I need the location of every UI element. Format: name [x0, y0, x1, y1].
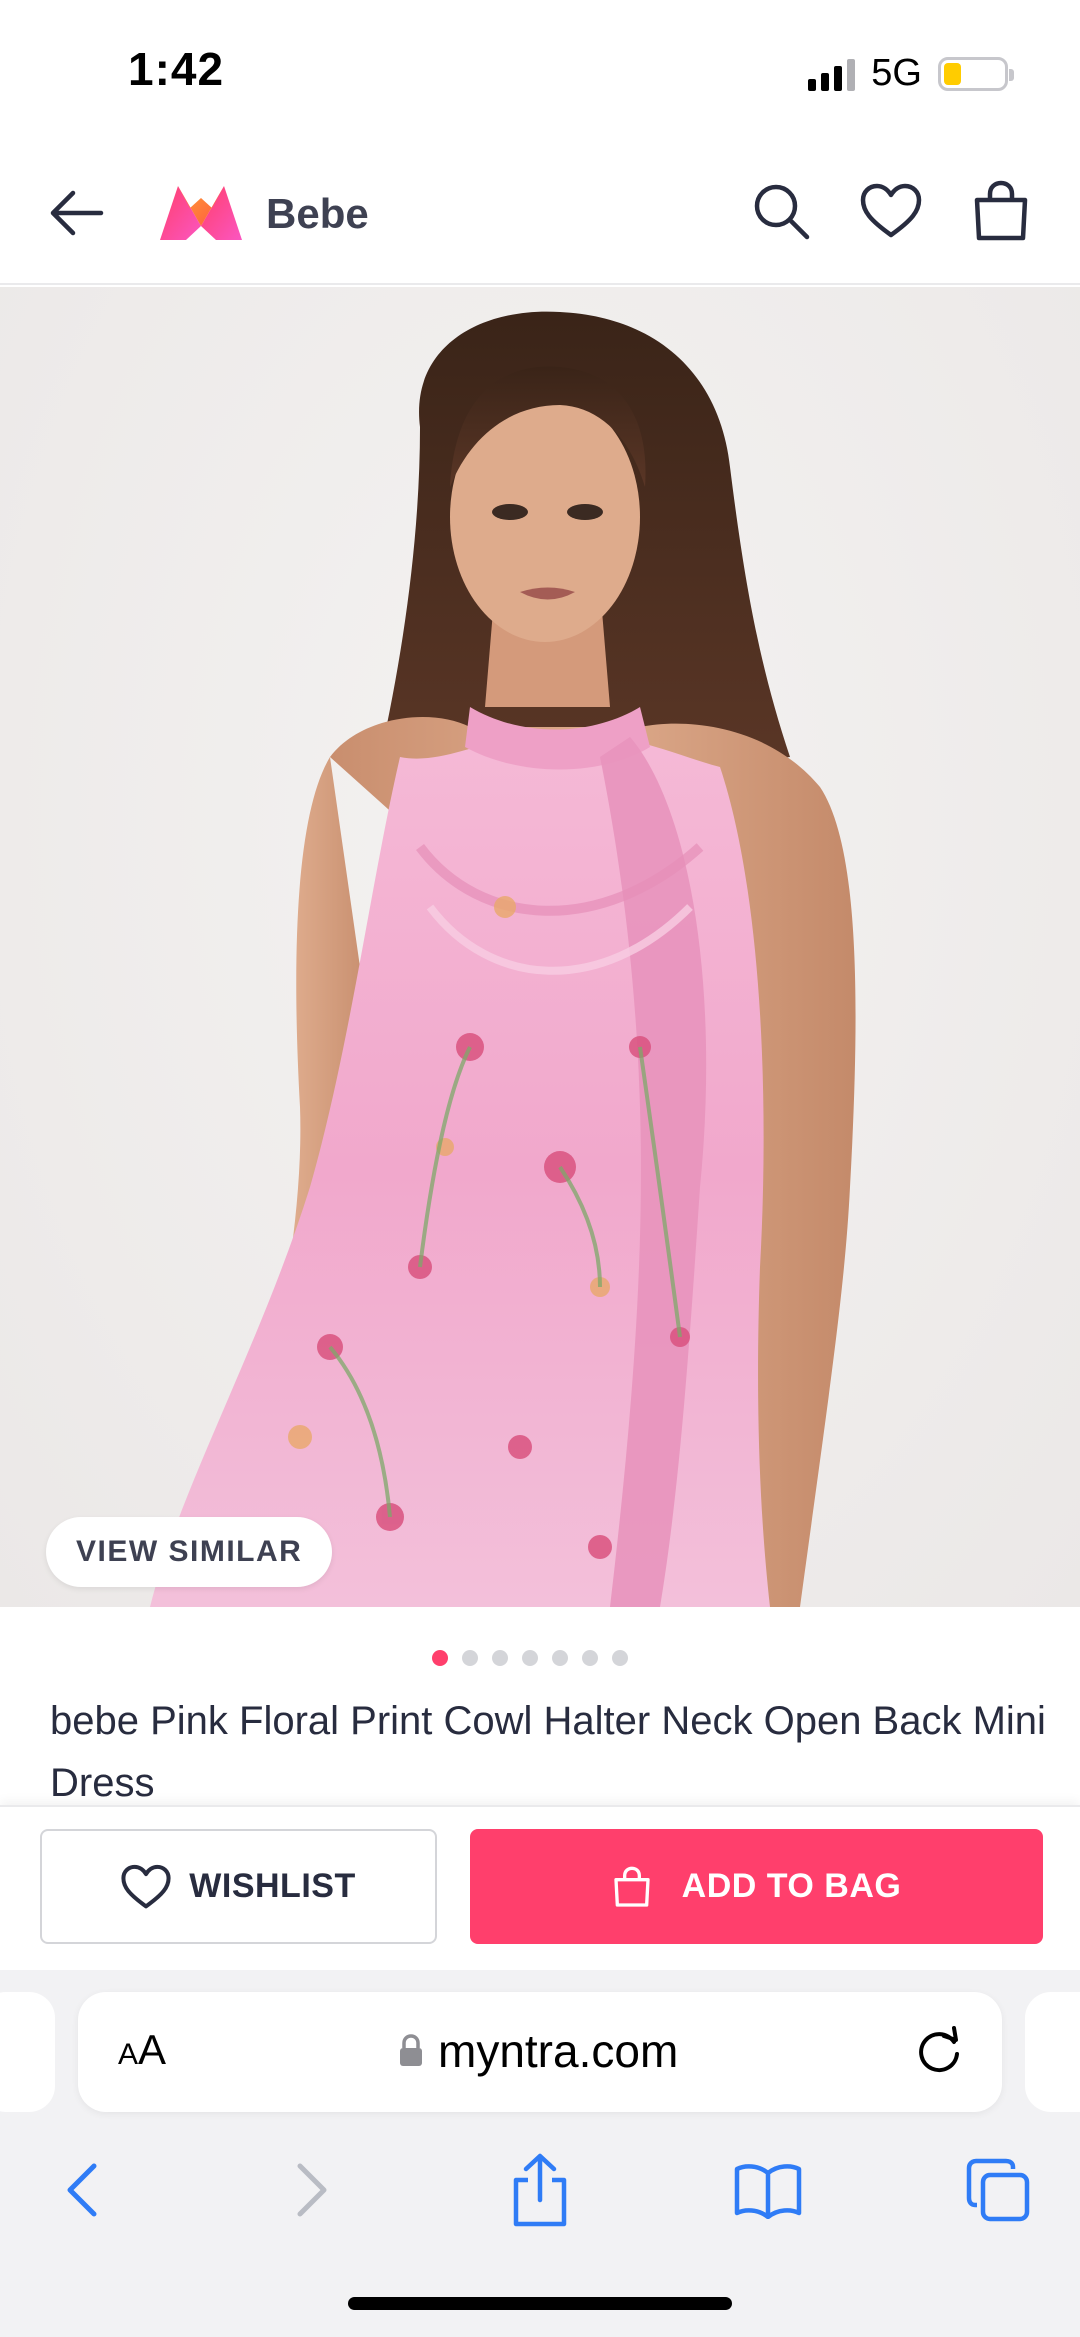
wishlist-button[interactable]: WISHLIST [40, 1829, 437, 1944]
status-indicators: 5G [808, 52, 1014, 95]
heart-icon [121, 1864, 171, 1908]
browser-back-button[interactable] [42, 2150, 122, 2230]
browser-forward-button[interactable] [272, 2150, 352, 2230]
next-tab-preview[interactable] [1025, 1992, 1080, 2112]
image-carousel-dots [432, 1650, 628, 1666]
carousel-dot[interactable] [432, 1650, 448, 1666]
back-arrow-icon [50, 190, 104, 236]
status-bar: 1:42 5G [0, 0, 1080, 140]
status-time: 1:42 [128, 43, 225, 95]
brand-name: Bebe [266, 190, 369, 237]
cellular-signal-icon [808, 57, 856, 91]
myntra-logo[interactable] [156, 178, 246, 248]
add-to-bag-button[interactable]: ADD TO BAG [470, 1829, 1043, 1944]
url-text: myntra.com [438, 2025, 679, 2077]
bag-icon [974, 180, 1028, 241]
battery-icon [938, 56, 1014, 91]
previous-tab-preview[interactable] [0, 1992, 55, 2112]
tabs-icon [966, 2158, 1030, 2222]
bag-header-button[interactable] [964, 174, 1038, 248]
reload-button[interactable] [910, 2022, 968, 2080]
home-indicator[interactable] [348, 2297, 732, 2310]
add-to-bag-label: ADD TO BAG [681, 1867, 902, 1905]
book-icon [734, 2164, 802, 2219]
text-size-large: A [138, 2026, 167, 2073]
reload-icon [919, 2026, 959, 2073]
product-action-bar: WISHLIST ADD TO BAG [0, 1805, 1080, 1970]
text-size-button[interactable]: AA [118, 2026, 166, 2074]
text-size-small: A [118, 2038, 139, 2071]
url-display[interactable]: myntra.com [398, 2024, 678, 2078]
carousel-dot[interactable] [492, 1650, 508, 1666]
view-similar-button[interactable]: VIEW SIMILAR [46, 1517, 333, 1587]
app-header: Bebe [0, 150, 1080, 285]
chevron-right-icon [297, 2163, 327, 2217]
wishlist-label: WISHLIST [189, 1867, 356, 1905]
carousel-dot[interactable] [582, 1650, 598, 1666]
carousel-dot[interactable] [522, 1650, 538, 1666]
search-button[interactable] [744, 174, 818, 248]
product-image[interactable] [0, 287, 1080, 1607]
back-button[interactable] [42, 178, 112, 248]
share-icon [513, 2153, 567, 2227]
carousel-dot[interactable] [612, 1650, 628, 1666]
tabs-button[interactable] [958, 2150, 1038, 2230]
share-button[interactable] [500, 2150, 580, 2230]
product-title: bebe Pink Floral Print Cowl Halter Neck … [50, 1699, 1046, 1805]
carousel-dot[interactable] [462, 1650, 478, 1666]
lock-icon [400, 2034, 422, 2066]
search-icon [754, 184, 810, 240]
bookmarks-button[interactable] [728, 2150, 808, 2230]
network-type: 5G [871, 52, 922, 94]
carousel-dot[interactable] [552, 1650, 568, 1666]
wishlist-header-button[interactable] [854, 174, 928, 248]
heart-icon [860, 183, 922, 238]
browser-toolbar [0, 2140, 1080, 2250]
address-bar[interactable]: AA myntra.com [78, 1992, 1002, 2112]
chevron-left-icon [67, 2163, 97, 2217]
bag-icon [613, 1866, 650, 1907]
product-photo [150, 311, 856, 1607]
